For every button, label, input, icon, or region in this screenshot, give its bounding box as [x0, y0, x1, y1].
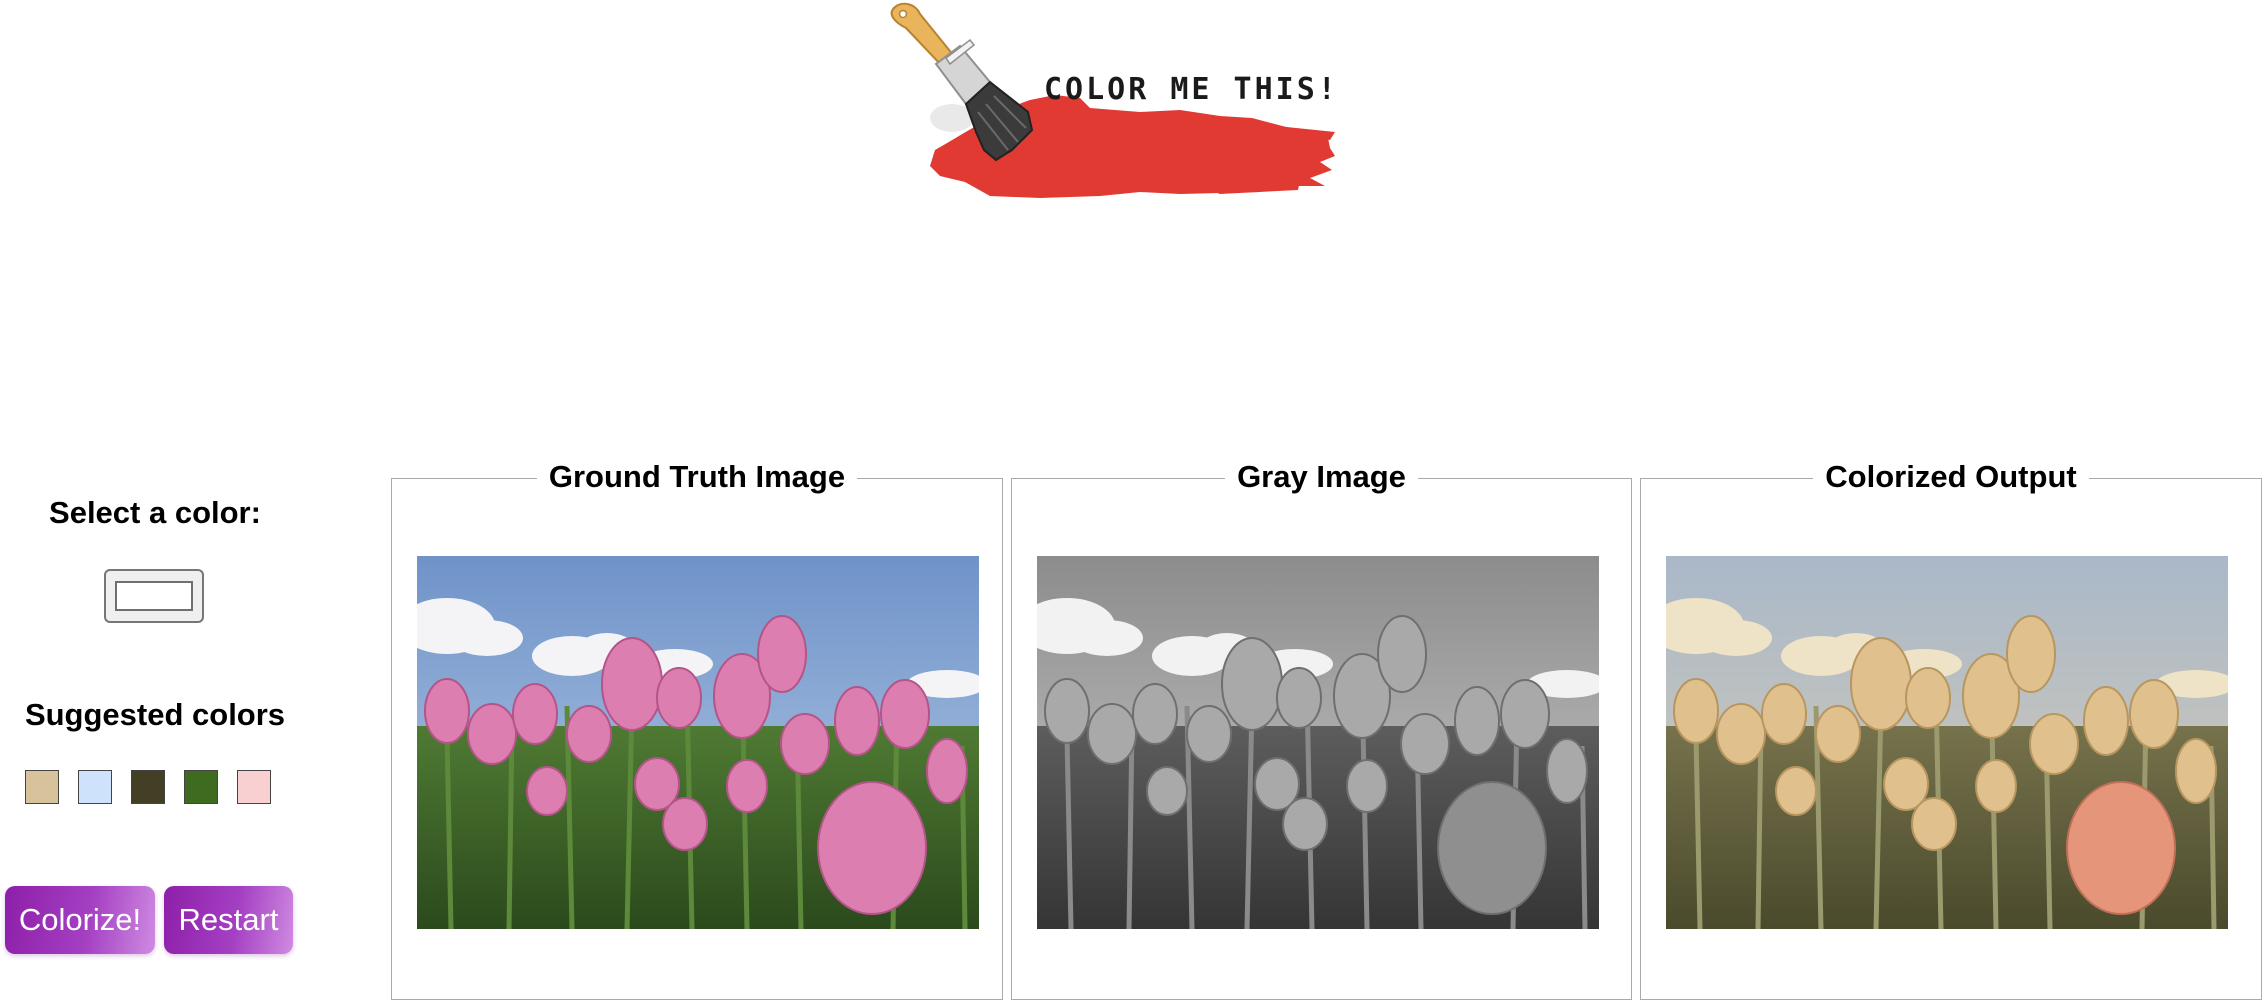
ground-truth-title: Ground Truth Image — [536, 457, 858, 497]
suggested-colors-heading: Suggested colors — [24, 697, 286, 732]
gray-image-panel: Gray Image — [1011, 457, 1632, 1000]
gray-image — [1037, 556, 1599, 929]
gray-image-title: Gray Image — [1225, 457, 1418, 497]
color-swatch[interactable] — [131, 770, 165, 804]
color-swatch[interactable] — [184, 770, 218, 804]
logo-text: COLOR ME THIS! — [1044, 72, 1339, 107]
ground-truth-panel: Ground Truth Image — [391, 457, 1003, 1000]
colorized-output-panel: Colorized Output — [1640, 457, 2262, 1000]
suggested-colors-list — [25, 770, 295, 806]
color-swatch[interactable] — [78, 770, 112, 804]
restart-button[interactable]: Restart — [164, 886, 293, 954]
app-logo: COLOR ME THIS! — [880, 0, 1340, 205]
color-controls: Select a color: Suggested colors Coloriz… — [0, 480, 310, 1007]
paintbrush-icon: COLOR ME THIS! — [890, 2, 1339, 198]
ground-truth-image — [417, 556, 979, 929]
color-swatch[interactable] — [25, 770, 59, 804]
color-picker-preview — [115, 581, 193, 611]
color-swatch[interactable] — [237, 770, 271, 804]
color-picker-input[interactable] — [104, 569, 204, 623]
colorized-output-title: Colorized Output — [1813, 457, 2089, 497]
select-color-heading: Select a color: — [49, 495, 261, 530]
colorized-output-image — [1666, 556, 2228, 929]
colorize-button[interactable]: Colorize! — [5, 886, 155, 954]
